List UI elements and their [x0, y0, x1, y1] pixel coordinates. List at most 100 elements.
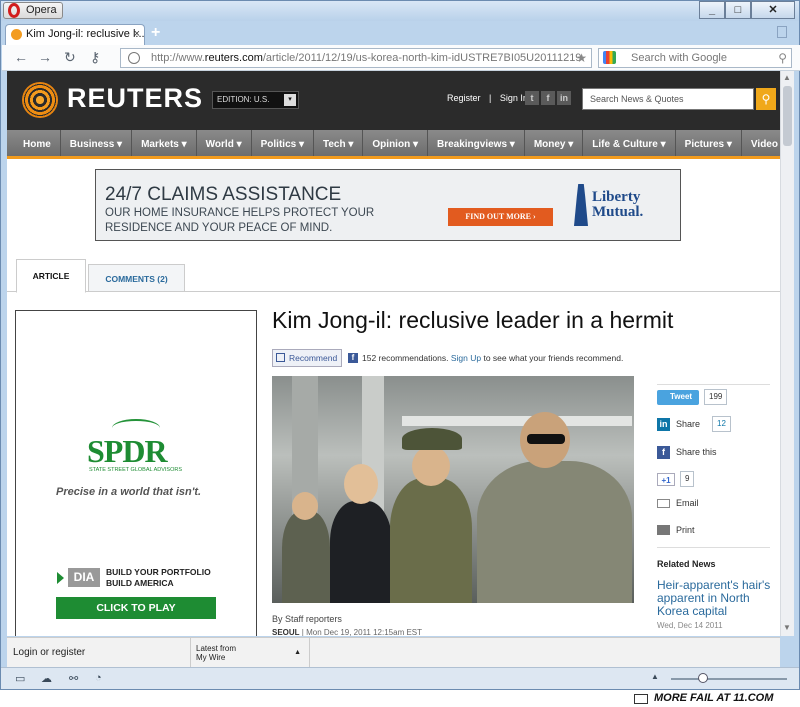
banner-ad[interactable]: 24/7 CLAIMS ASSISTANCE OUR HOME INSURANC…	[95, 169, 681, 241]
search-icon[interactable]: ⚲	[778, 49, 787, 67]
click-to-play-button[interactable]: CLICK TO PLAY	[56, 597, 216, 619]
header-links: Register | Sign In	[447, 93, 534, 103]
nav-item[interactable]: Markets ▾	[132, 130, 197, 156]
nav-item[interactable]: Home	[7, 130, 61, 156]
tweet-button[interactable]: Tweet	[657, 390, 699, 405]
close-window-button[interactable]: ✕	[751, 1, 795, 19]
reload-icon[interactable]: ↻	[64, 49, 76, 66]
nav-item[interactable]: Breakingviews ▾	[428, 130, 525, 156]
site-search-input[interactable]: Search News & Quotes	[582, 88, 754, 110]
related-link[interactable]: Heir-apparent's hair's apparent in North…	[657, 579, 772, 618]
thumbs-up-icon	[276, 353, 285, 362]
chevron-up-icon: ▲	[294, 649, 301, 656]
side-ad[interactable]: SPDR STATE STREET GLOBAL ADVISORS Precis…	[15, 310, 257, 636]
rec-count: 152 recommendations.	[362, 353, 449, 363]
back-icon[interactable]: ←	[14, 49, 28, 65]
plusone-row[interactable]: +1 9	[657, 467, 770, 493]
dia-text: BUILD YOUR PORTFOLIO BUILD AMERICA	[106, 567, 211, 589]
tab-article[interactable]: ARTICLE	[16, 259, 86, 293]
key-icon[interactable]: ⚷	[90, 49, 100, 66]
email-icon	[657, 499, 670, 508]
scroll-thumb[interactable]	[783, 86, 792, 146]
reuters-logo-icon[interactable]	[22, 82, 58, 118]
rec-suffix: to see what your friends recommend.	[483, 353, 624, 363]
title-bar: Opera _ □ ✕	[1, 1, 799, 21]
zoom-knob[interactable]	[698, 673, 708, 683]
nav-item[interactable]: World ▾	[197, 130, 252, 156]
scroll-down-icon[interactable]: ▼	[783, 623, 791, 632]
forward-icon[interactable]: →	[38, 49, 52, 65]
tweet-count: 199	[704, 389, 728, 405]
linkedin-icon[interactable]: in	[557, 91, 571, 105]
site-search-button[interactable]: ⚲	[756, 88, 776, 110]
bookmark-star-icon[interactable]: ★	[576, 49, 587, 67]
article-photo[interactable]	[272, 376, 634, 603]
dia-line2: BUILD AMERICA	[106, 578, 174, 588]
vertical-scrollbar[interactable]: ▲ ▼	[780, 71, 794, 636]
reuters-logo[interactable]: REUTERS	[67, 83, 203, 114]
find-out-more-button[interactable]: FIND OUT MORE ›	[448, 208, 553, 226]
google-icon	[603, 51, 616, 64]
ad-brand-line1: Liberty	[592, 189, 641, 205]
photo-person	[282, 511, 330, 603]
ad-body: OUR HOME INSURANCE HELPS PROTECT YOUR RE…	[105, 207, 375, 234]
edition-select[interactable]: EDITION: U.S. ▾	[212, 91, 299, 109]
latest-from-wire[interactable]: Latest from My Wire ▲	[190, 638, 310, 668]
tweet-row[interactable]: Tweet 199	[657, 384, 770, 410]
plusone-count: 9	[680, 471, 695, 487]
nav-item[interactable]: Tech ▾	[314, 130, 364, 156]
nav-item[interactable]: Opinion ▾	[363, 130, 428, 156]
linkedin-row[interactable]: in Share 12	[657, 412, 770, 438]
cloud-icon[interactable]: ☁	[41, 672, 52, 685]
facebook-icon[interactable]: f	[541, 91, 555, 105]
register-link[interactable]: Register	[447, 93, 481, 103]
social-links: t f in	[525, 91, 571, 105]
maximize-button[interactable]: □	[725, 1, 751, 19]
nav-item[interactable]: Business ▾	[61, 130, 133, 156]
plusone-button[interactable]: +1	[657, 473, 675, 486]
tab-close-icon[interactable]: ×	[134, 25, 140, 44]
opera-menu-button[interactable]: Opera	[3, 2, 63, 19]
recommend-label: Recommend	[289, 353, 338, 363]
nav-item[interactable]: Life & Culture ▾	[583, 130, 676, 156]
new-tab-button[interactable]: +	[151, 24, 160, 42]
zoom-slider[interactable]	[671, 678, 787, 680]
article-tabs: ARTICLE COMMENTS (2)	[7, 259, 780, 293]
site-search-placeholder: Search News & Quotes	[590, 94, 684, 104]
latest-line2: My Wire	[196, 653, 226, 662]
address-bar[interactable]: http://www.reuters.com/article/2011/12/1…	[120, 48, 592, 68]
nav-item[interactable]: Pictures ▾	[676, 130, 742, 156]
twitter-icon[interactable]: t	[525, 91, 539, 105]
related-heading: Related News	[657, 559, 716, 569]
nav-item[interactable]: Video	[742, 130, 780, 156]
photo-person	[292, 492, 318, 520]
tab-comments[interactable]: COMMENTS (2)	[88, 264, 185, 292]
photo-ledge	[402, 416, 632, 426]
ad-headline: 24/7 CLAIMS ASSISTANCE	[105, 184, 342, 205]
unite-icon[interactable]: ⚯	[69, 672, 78, 685]
login-link[interactable]: Login or register	[13, 647, 85, 658]
facebook-row[interactable]: f Share this	[657, 440, 770, 466]
zoom-up-icon[interactable]: ▲	[651, 672, 659, 681]
print-row[interactable]: Print	[657, 518, 770, 548]
photo-person	[412, 446, 450, 486]
nav-item[interactable]: Politics ▾	[252, 130, 314, 156]
email-row[interactable]: Email	[657, 491, 770, 517]
sign-in-link[interactable]: Sign In	[500, 93, 528, 103]
panel-toggle-icon[interactable]: ▭	[15, 672, 25, 685]
facebook-label: Share this	[676, 447, 717, 457]
scroll-up-icon[interactable]: ▲	[783, 73, 791, 82]
browser-tab[interactable]: Kim Jong-il: reclusive l... ×	[5, 24, 145, 45]
printer-icon	[657, 525, 670, 535]
navigation-bar: ← → ↻ ⚷ http://www.reuters.com/article/2…	[2, 45, 800, 71]
trash-icon[interactable]	[777, 26, 787, 38]
search-input[interactable]: Search with Google ⚲	[598, 48, 792, 68]
minimize-button[interactable]: _	[699, 1, 725, 19]
main-nav: Home Business ▾ Markets ▾ World ▾ Politics ▾…	[7, 130, 780, 159]
recommend-button[interactable]: Recommend	[272, 349, 342, 367]
linkedin-count: 12	[712, 416, 731, 432]
speed-dial-icon[interactable]: ◔	[95, 672, 102, 684]
nav-item[interactable]: Money ▾	[525, 130, 584, 156]
sign-up-link[interactable]: Sign Up	[451, 353, 481, 363]
ad-brand: Liberty Mutual.	[592, 190, 643, 220]
